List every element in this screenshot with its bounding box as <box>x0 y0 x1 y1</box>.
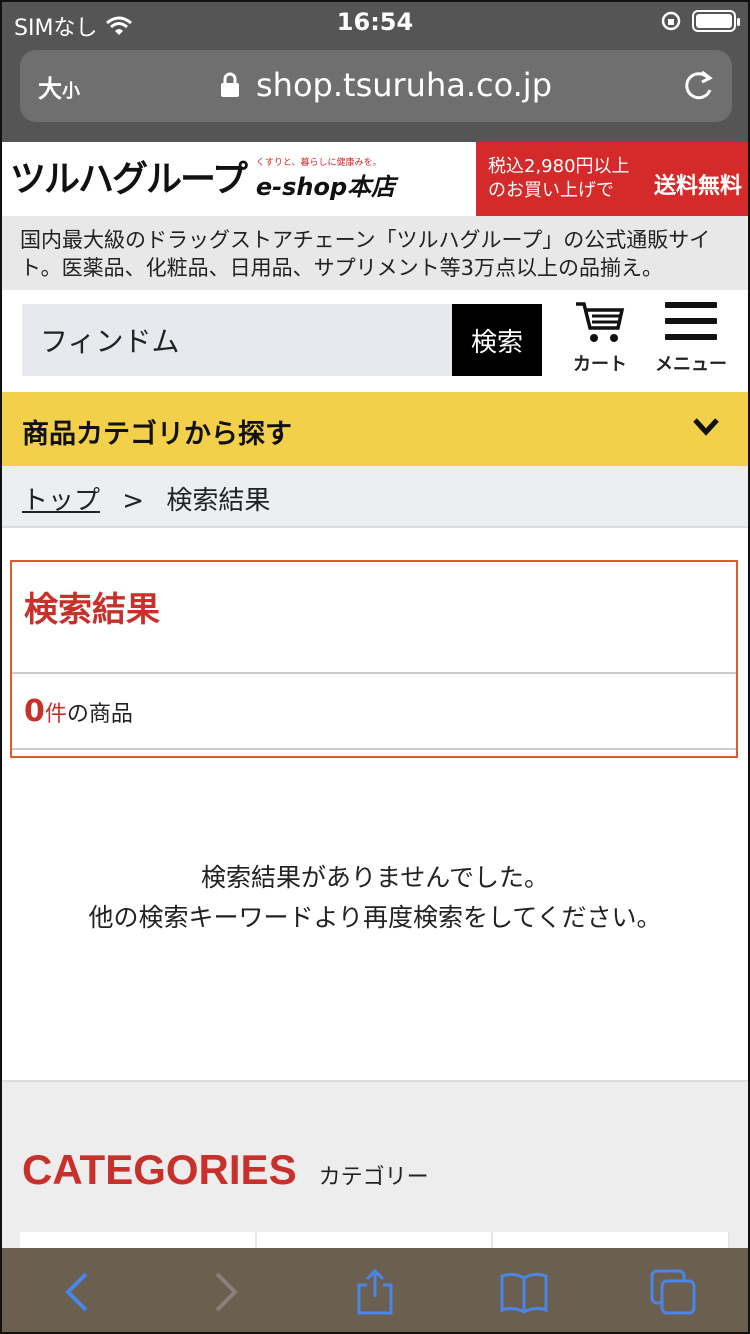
lock-icon <box>221 72 239 97</box>
address-bar[interactable]: 大小 shop.tsuruha.co.jp <box>20 50 732 122</box>
search-row: 検索 カート メニュー <box>2 290 748 392</box>
breadcrumb-separator: > <box>122 486 145 516</box>
promo-free-shipping: 送料無料 <box>653 174 742 199</box>
category-dropdown-label: 商品カテゴリから探す <box>22 419 292 450</box>
chevron-right-icon <box>215 1272 238 1312</box>
url-text[interactable]: shop.tsuruha.co.jp <box>256 66 552 104</box>
browser-chrome: SIMなし 16:54 大小 shop.tsuruha.co.jp <box>2 2 748 142</box>
result-count-unit: 件 <box>44 702 67 727</box>
promo-line-2: のお買い上げで <box>488 180 614 201</box>
category-dropdown[interactable]: 商品カテゴリから探す <box>2 392 748 466</box>
site-intro: 国内最大級のドラッグストアチェーン「ツルハグループ」の公式通販サイト。医薬品、化… <box>2 216 748 290</box>
divider <box>12 672 736 674</box>
status-bar: SIMなし 16:54 <box>2 2 748 44</box>
bookmarks-button[interactable] <box>494 1262 554 1322</box>
breadcrumb-home-link[interactable]: トップ <box>22 486 100 516</box>
chevron-left-icon <box>64 1272 88 1312</box>
free-shipping-banner[interactable]: 税込2,980円以上 のお買い上げで 送料無料 <box>476 142 748 216</box>
battery-icon <box>692 10 740 32</box>
cart-icon <box>576 302 625 342</box>
back-button[interactable] <box>47 1262 107 1322</box>
divider <box>12 748 736 750</box>
search-button[interactable]: 検索 <box>452 304 542 376</box>
reload-icon[interactable] <box>680 68 716 104</box>
menu-button[interactable]: メニュー <box>646 300 736 376</box>
logo-shop-text: e-shop本店 <box>255 173 396 201</box>
tabs-button[interactable] <box>643 1262 703 1322</box>
search-results-header: 検索結果 0件の商品 <box>10 560 738 758</box>
categories-heading: CATEGORIES カテゴリー <box>22 1146 429 1194</box>
logo-sub: くすりと、暮らしに健康みを。 e-shop本店 <box>255 158 396 202</box>
forward-button[interactable] <box>196 1262 256 1322</box>
logo-main-text: ツルハグループ <box>10 159 248 200</box>
breadcrumb: トップ > 検索結果 <box>2 466 748 528</box>
result-count-number: 0 <box>24 694 45 729</box>
chevron-down-icon <box>693 418 719 436</box>
no-results-line-2: 他の検索キーワードより再度検索をしてください。 <box>88 903 662 932</box>
status-right <box>660 10 740 32</box>
result-count: 0件の商品 <box>24 694 133 729</box>
result-count-suffix: の商品 <box>66 702 133 727</box>
breadcrumb-current: 検索結果 <box>166 486 271 516</box>
no-results-message: 検索結果がありませんでした。 他の検索キーワードより再度検索をしてください。 <box>2 858 748 938</box>
browser-toolbar <box>2 1248 748 1332</box>
tabs-icon <box>650 1269 696 1315</box>
logo-tagline: くすりと、暮らしに健康みを。 <box>255 158 382 168</box>
categories-title-jp: カテゴリー <box>318 1165 429 1190</box>
promo-line-1: 税込2,980円以上 <box>488 156 630 177</box>
categories-title-en: CATEGORIES <box>22 1146 297 1193</box>
hamburger-icon <box>665 302 717 340</box>
orientation-lock-icon <box>661 11 681 31</box>
share-icon <box>357 1268 393 1315</box>
text-size-button[interactable]: 大小 <box>38 69 80 104</box>
cart-button[interactable]: カート <box>562 300 638 376</box>
cart-label: カート <box>573 354 627 375</box>
site-logo[interactable]: ツルハグループ くすりと、暮らしに健康みを。 e-shop本店 <box>10 156 395 202</box>
no-results-line-1: 検索結果がありませんでした。 <box>200 863 549 892</box>
search-input[interactable] <box>22 304 452 376</box>
clock: 16:54 <box>336 8 414 36</box>
page-title: 検索結果 <box>24 590 160 630</box>
phone-screen: SIMなし 16:54 大小 shop.tsuruha.co.jp ツルハグルー… <box>0 0 750 1334</box>
site-header: ツルハグループ くすりと、暮らしに健康みを。 e-shop本店 税込2,980円… <box>2 142 748 216</box>
share-button[interactable] <box>345 1262 405 1322</box>
menu-label: メニュー <box>655 354 727 375</box>
book-icon <box>500 1272 548 1314</box>
